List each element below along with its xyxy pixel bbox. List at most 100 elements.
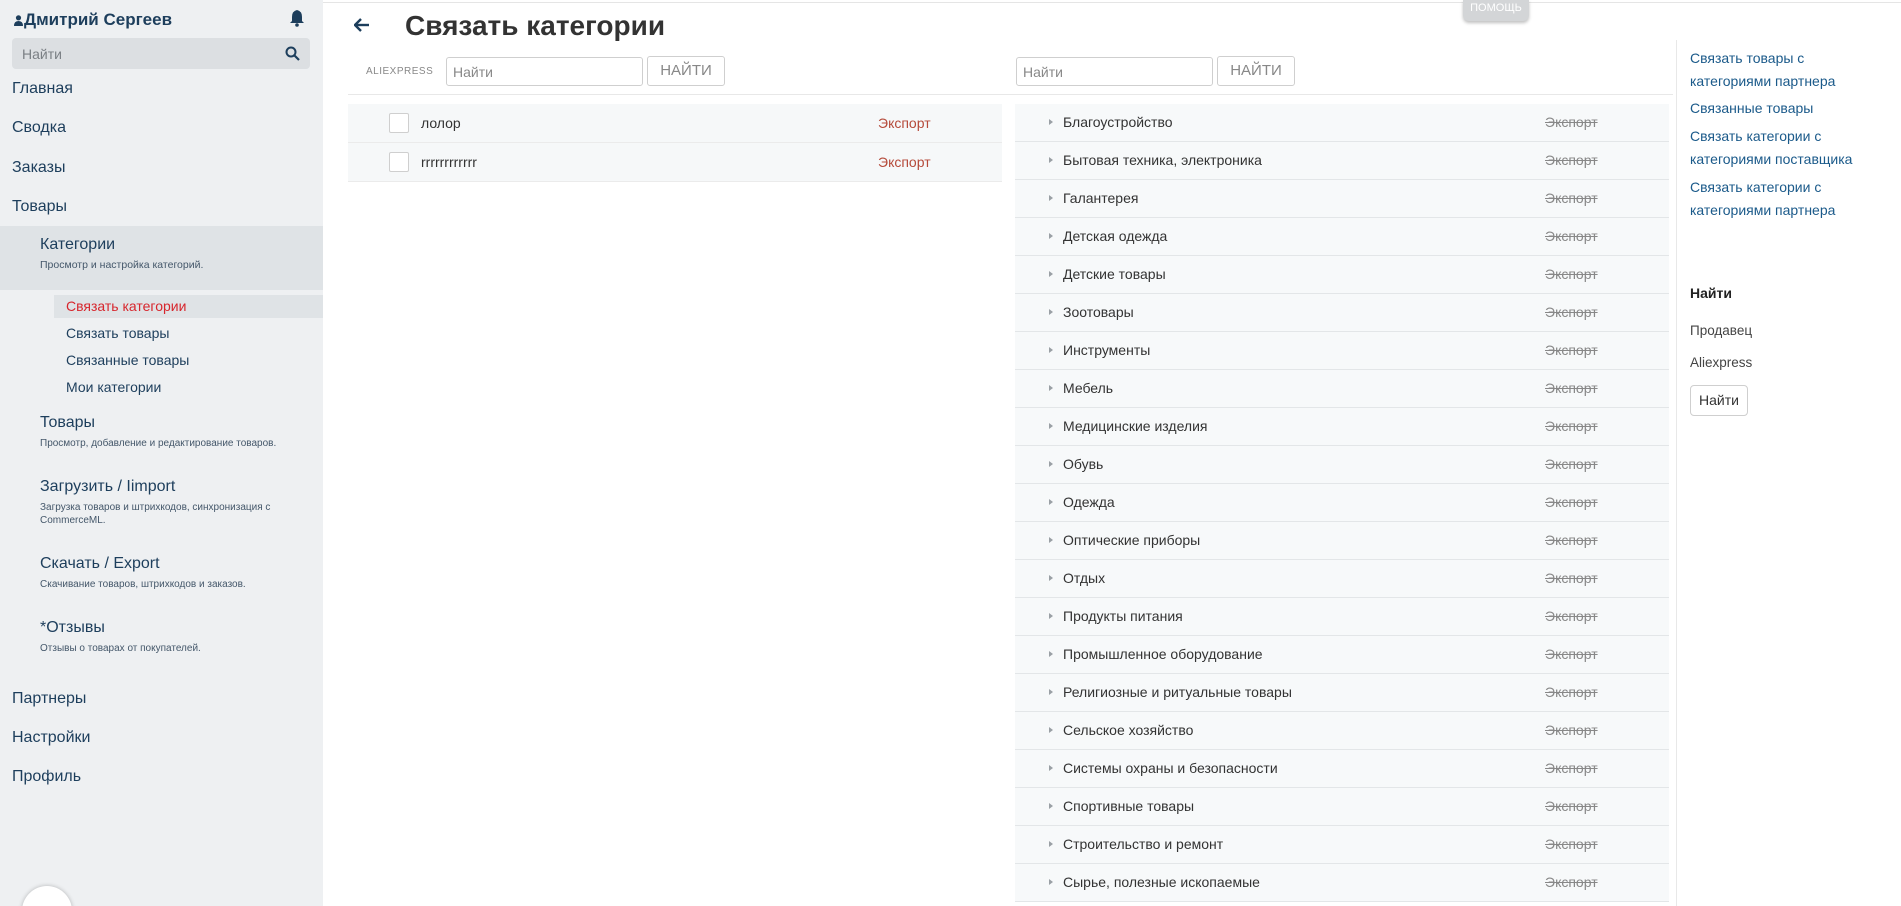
list-item[interactable]: Системы охраны и безопасности Экспорт bbox=[1015, 750, 1669, 788]
source-label: ALIEXPRESS bbox=[366, 66, 434, 77]
list-item[interactable]: Детская одежда Экспорт bbox=[1015, 218, 1669, 256]
nav-section-reviews[interactable]: *Отзывы bbox=[40, 619, 105, 637]
list-item[interactable]: Зоотовары Экспорт bbox=[1015, 294, 1669, 332]
category-name: Детские товары bbox=[1063, 266, 1166, 282]
nav-partners[interactable]: Партнеры bbox=[12, 690, 86, 708]
nav-section-reviews-desc: Отзывы о товарах от покупателей. bbox=[40, 643, 201, 654]
expand-arrow-icon[interactable] bbox=[1049, 879, 1053, 885]
back-arrow-icon[interactable] bbox=[354, 18, 370, 32]
export-link[interactable]: Экспорт bbox=[878, 154, 931, 170]
nav-section-import[interactable]: Загрузить / Iimport bbox=[40, 478, 175, 496]
expand-arrow-icon[interactable] bbox=[1049, 613, 1053, 619]
list-item[interactable]: Сельское хозяйство Экспорт bbox=[1015, 712, 1669, 750]
expand-arrow-icon[interactable] bbox=[1049, 461, 1053, 467]
list-item[interactable]: Детские товары Экспорт bbox=[1015, 256, 1669, 294]
list-item[interactable]: rrrrrrrrrrrr Экспорт bbox=[348, 143, 1002, 182]
export-link-disabled: Экспорт bbox=[1545, 380, 1598, 396]
list-item[interactable]: Сырье, полезные ископаемые Экспорт bbox=[1015, 864, 1669, 902]
expand-arrow-icon[interactable] bbox=[1049, 119, 1053, 125]
bell-icon[interactable] bbox=[289, 9, 305, 27]
category-name: Бытовая техника, электроника bbox=[1063, 152, 1262, 168]
list-item[interactable]: Промышленное оборудование Экспорт bbox=[1015, 636, 1669, 674]
list-item[interactable]: Строительство и ремонт Экспорт bbox=[1015, 826, 1669, 864]
nav-home[interactable]: Главная bbox=[12, 80, 73, 98]
filter-seller[interactable]: Продавец bbox=[1690, 323, 1752, 338]
export-link[interactable]: Экспорт bbox=[878, 115, 931, 131]
nav-products[interactable]: Товары bbox=[12, 198, 67, 216]
expand-arrow-icon[interactable] bbox=[1049, 575, 1053, 581]
floating-action-button[interactable] bbox=[22, 886, 72, 906]
user-menu[interactable]: Дмитрий Сергеев bbox=[14, 10, 172, 30]
filter-source[interactable]: Aliexpress bbox=[1690, 355, 1752, 370]
link-categories-partner[interactable]: Связать категории с категориями партнера bbox=[1690, 176, 1885, 222]
list-item[interactable]: Отдых Экспорт bbox=[1015, 560, 1669, 598]
expand-arrow-icon[interactable] bbox=[1049, 385, 1053, 391]
link-products-partner-categories[interactable]: Связать товары с категориями партнера bbox=[1690, 47, 1885, 93]
source-category-list: лолор Экспорт rrrrrrrrrrrr Экспорт bbox=[348, 104, 1002, 182]
nav-settings[interactable]: Настройки bbox=[12, 729, 90, 747]
export-link-disabled: Экспорт bbox=[1545, 190, 1598, 206]
export-link-disabled: Экспорт bbox=[1545, 608, 1598, 624]
list-item[interactable]: Обувь Экспорт bbox=[1015, 446, 1669, 484]
sidebar-search-input[interactable] bbox=[20, 43, 274, 65]
nav-section-products[interactable]: Товары bbox=[40, 414, 95, 432]
list-item[interactable]: Продукты питания Экспорт bbox=[1015, 598, 1669, 636]
row-checkbox[interactable] bbox=[389, 152, 409, 172]
left-search-input[interactable] bbox=[446, 57, 643, 86]
expand-arrow-icon[interactable] bbox=[1049, 423, 1053, 429]
row-checkbox[interactable] bbox=[389, 113, 409, 133]
list-item[interactable]: Мебель Экспорт bbox=[1015, 370, 1669, 408]
nav-summary[interactable]: Сводка bbox=[12, 119, 66, 137]
expand-arrow-icon[interactable] bbox=[1049, 841, 1053, 847]
sub-item-my-categories[interactable]: Мои категории bbox=[66, 379, 161, 395]
link-categories-supplier[interactable]: Связать категории с категориями поставщи… bbox=[1690, 125, 1885, 171]
category-name: Инструменты bbox=[1063, 342, 1151, 358]
nav-section-export[interactable]: Скачать / Export bbox=[40, 555, 160, 573]
list-item[interactable]: Одежда Экспорт bbox=[1015, 484, 1669, 522]
expand-arrow-icon[interactable] bbox=[1049, 157, 1053, 163]
expand-arrow-icon[interactable] bbox=[1049, 803, 1053, 809]
right-search-input[interactable] bbox=[1016, 57, 1213, 86]
nav-section-import-desc: Загрузка товаров и штрихкодов, синхрониз… bbox=[40, 502, 271, 526]
expand-arrow-icon[interactable] bbox=[1049, 271, 1053, 277]
list-item[interactable]: Галантерея Экспорт bbox=[1015, 180, 1669, 218]
list-item[interactable]: Благоустройство Экспорт bbox=[1015, 104, 1669, 142]
expand-arrow-icon[interactable] bbox=[1049, 195, 1053, 201]
find-button[interactable]: Найти bbox=[1690, 385, 1748, 416]
category-name: Продукты питания bbox=[1063, 608, 1183, 624]
export-link-disabled: Экспорт bbox=[1545, 760, 1598, 776]
expand-arrow-icon[interactable] bbox=[1049, 765, 1053, 771]
category-name: Одежда bbox=[1063, 494, 1115, 510]
list-item[interactable]: лолор Экспорт bbox=[348, 104, 1002, 143]
expand-arrow-icon[interactable] bbox=[1049, 651, 1053, 657]
list-item[interactable]: Спортивные товары Экспорт bbox=[1015, 788, 1669, 826]
list-item[interactable]: Религиозные и ритуальные товары Экспорт bbox=[1015, 674, 1669, 712]
sub-item-link-categories[interactable]: Связать категории bbox=[66, 298, 186, 314]
expand-arrow-icon[interactable] bbox=[1049, 499, 1053, 505]
list-item[interactable]: Инструменты Экспорт bbox=[1015, 332, 1669, 370]
expand-arrow-icon[interactable] bbox=[1049, 233, 1053, 239]
user-name: Дмитрий Сергеев bbox=[24, 10, 173, 29]
sub-item-linked-products[interactable]: Связанные товары bbox=[66, 352, 189, 368]
list-item[interactable]: Оптические приборы Экспорт bbox=[1015, 522, 1669, 560]
list-item[interactable]: Медицинские изделия Экспорт bbox=[1015, 408, 1669, 446]
right-panel-divider bbox=[1676, 40, 1677, 906]
nav-orders[interactable]: Заказы bbox=[12, 159, 65, 177]
expand-arrow-icon[interactable] bbox=[1049, 689, 1053, 695]
expand-arrow-icon[interactable] bbox=[1049, 727, 1053, 733]
right-search-button[interactable]: НАЙТИ bbox=[1217, 56, 1295, 86]
export-link-disabled: Экспорт bbox=[1545, 418, 1598, 434]
search-icon[interactable] bbox=[285, 46, 300, 61]
nav-categories[interactable]: Категории Просмотр и настройка категорий… bbox=[0, 226, 323, 290]
category-name: Мебель bbox=[1063, 380, 1114, 396]
expand-arrow-icon[interactable] bbox=[1049, 537, 1053, 543]
expand-arrow-icon[interactable] bbox=[1049, 347, 1053, 353]
category-name: лолор bbox=[421, 115, 461, 131]
link-linked-products[interactable]: Связанные товары bbox=[1690, 97, 1885, 120]
nav-profile[interactable]: Профиль bbox=[12, 768, 81, 786]
expand-arrow-icon[interactable] bbox=[1049, 309, 1053, 315]
list-item[interactable]: Бытовая техника, электроника Экспорт bbox=[1015, 142, 1669, 180]
left-search-button[interactable]: НАЙТИ bbox=[647, 56, 725, 86]
help-button[interactable]: Помощь bbox=[1463, 0, 1529, 21]
sub-item-link-products[interactable]: Связать товары bbox=[66, 325, 169, 341]
